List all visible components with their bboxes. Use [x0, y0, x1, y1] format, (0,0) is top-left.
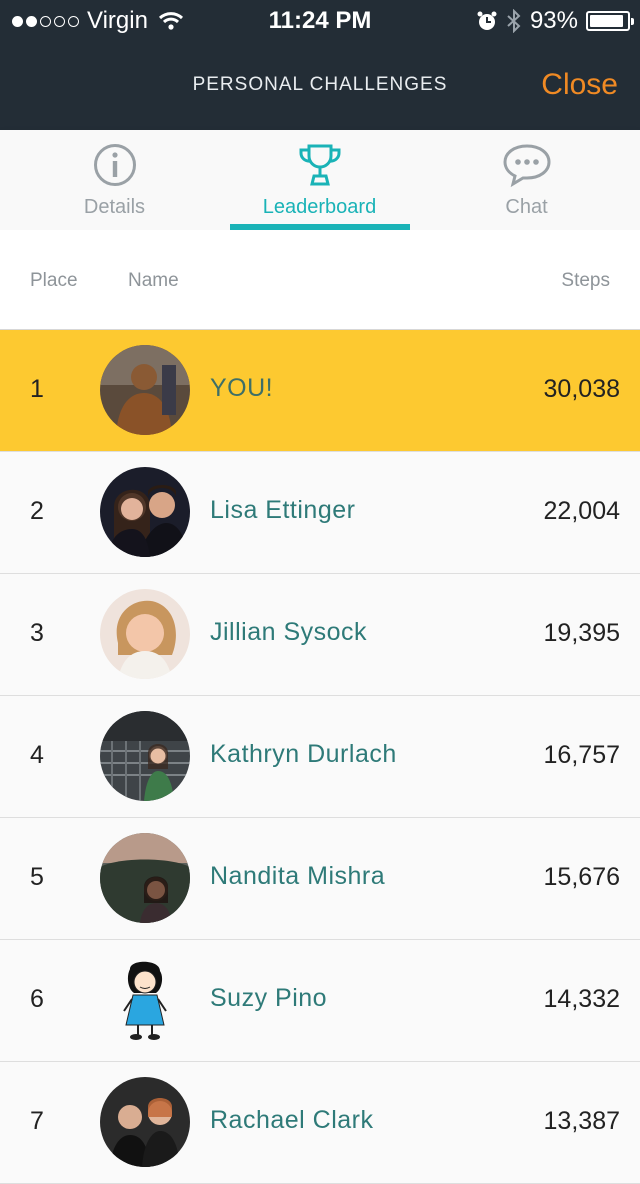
- alarm-clock-icon: [477, 11, 497, 30]
- top-bar: Virgin 11:24 PM 93% PERSONAL CHALLENGES …: [0, 0, 640, 130]
- battery-icon: [586, 11, 634, 31]
- tab-chat-label: Chat: [505, 196, 548, 218]
- avatar: [100, 589, 190, 679]
- row-steps: 19,395: [543, 619, 620, 647]
- chat-bubble-icon: [502, 144, 551, 188]
- row-place: 2: [30, 497, 44, 525]
- table-row[interactable]: 7 Rachael Clark 13,387: [0, 1062, 640, 1184]
- row-steps: 15,676: [543, 863, 620, 891]
- row-place: 6: [30, 985, 44, 1013]
- battery-fill: [590, 15, 624, 27]
- table-row[interactable]: 4 Kathryn Durlach 16,757: [0, 696, 640, 818]
- leaderboard-list: 1 YOU! 30,038 2 Lisa Ettinger 22,004 3 J…: [0, 330, 640, 1184]
- tab-leaderboard[interactable]: Leaderboard: [213, 130, 426, 230]
- header-place: Place: [30, 270, 78, 291]
- row-name: Rachael Clark: [210, 1106, 374, 1134]
- tab-bar: Details Leaderboard Chat: [0, 130, 640, 230]
- row-place: 3: [30, 619, 44, 647]
- row-name: YOU!: [210, 374, 274, 402]
- table-row[interactable]: 2 Lisa Ettinger 22,004: [0, 452, 640, 574]
- table-header: Place Name Steps: [0, 230, 640, 330]
- row-name: Nandita Mishra: [210, 862, 386, 890]
- tab-leaderboard-label: Leaderboard: [262, 196, 377, 218]
- row-place: 7: [30, 1107, 44, 1135]
- avatar: [100, 467, 190, 557]
- close-button[interactable]: Close: [541, 68, 618, 102]
- header-name: Name: [128, 270, 179, 291]
- bluetooth-icon: [507, 9, 521, 33]
- battery-percentage: 93%: [529, 7, 578, 34]
- row-name: Kathryn Durlach: [210, 740, 397, 768]
- tab-chat[interactable]: Chat: [420, 130, 633, 230]
- tab-details[interactable]: Details: [8, 130, 221, 230]
- tab-details-label: Details: [83, 196, 146, 218]
- status-right: 93%: [476, 7, 634, 35]
- avatar: [100, 1077, 190, 1167]
- row-place: 1: [30, 375, 44, 403]
- table-row[interactable]: 1 YOU! 30,038: [0, 330, 640, 452]
- info-icon: [93, 144, 136, 186]
- row-steps: 13,387: [543, 1107, 620, 1135]
- row-name: Jillian Sysock: [210, 618, 368, 646]
- row-place: 4: [30, 741, 44, 769]
- row-name: Suzy Pino: [210, 984, 328, 1012]
- row-steps: 14,332: [543, 985, 620, 1013]
- avatar: [100, 711, 190, 801]
- avatar: [100, 345, 190, 435]
- avatar: [100, 955, 190, 1045]
- row-name: Lisa Ettinger: [210, 496, 356, 524]
- status-bar: Virgin 11:24 PM 93%: [0, 0, 640, 40]
- row-steps: 22,004: [543, 497, 620, 525]
- header-steps: Steps: [561, 270, 610, 291]
- trophy-icon: [298, 144, 341, 186]
- table-row[interactable]: 3 Jillian Sysock 19,395: [0, 574, 640, 696]
- table-row[interactable]: 5 Nandita Mishra 15,676: [0, 818, 640, 940]
- row-steps: 16,757: [543, 741, 620, 769]
- table-row[interactable]: 6 Suzy Pino 14,332: [0, 940, 640, 1062]
- row-place: 5: [30, 863, 44, 891]
- row-steps: 30,038: [543, 375, 620, 403]
- avatar: [100, 833, 190, 923]
